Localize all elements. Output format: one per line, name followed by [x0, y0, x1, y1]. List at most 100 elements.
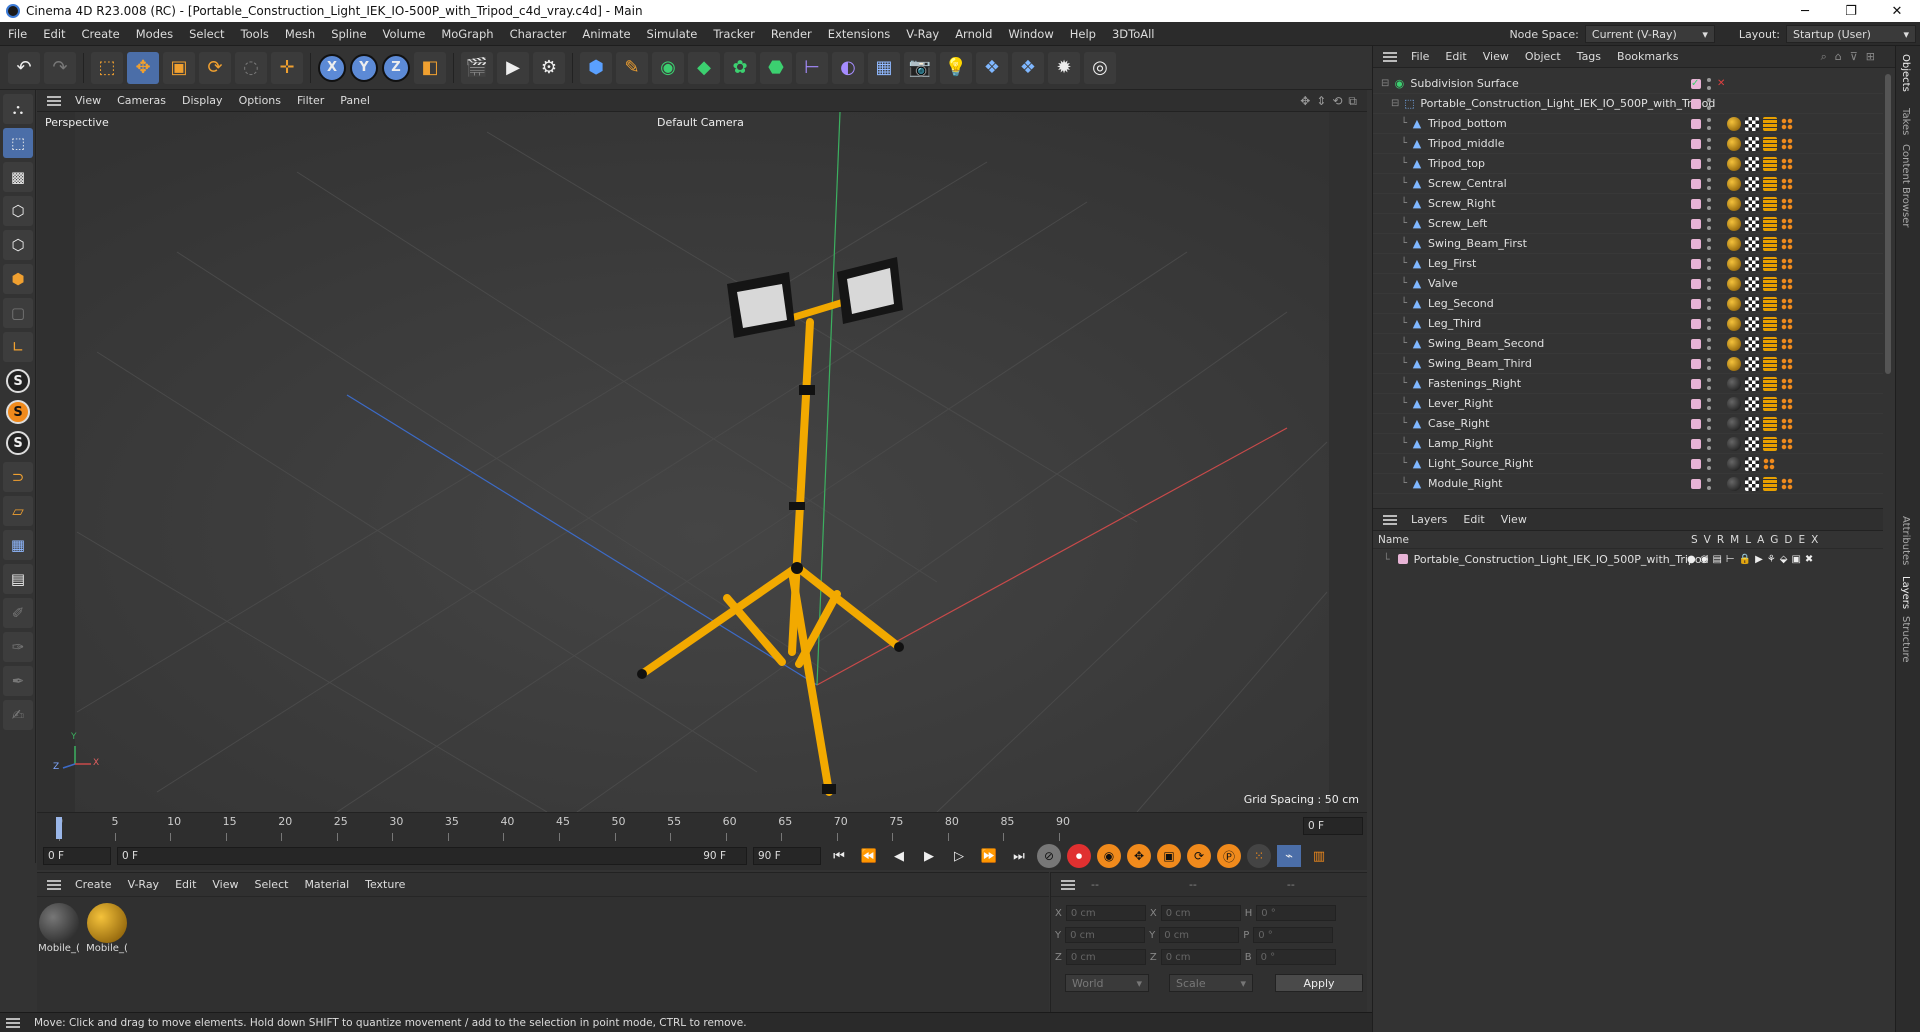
layer-color-flag[interactable]: [1691, 98, 1701, 109]
render-picture-viewer-button[interactable]: ▶: [497, 51, 529, 84]
x-axis-toggle[interactable]: X: [318, 53, 346, 82]
visibility-dots[interactable]: [1707, 297, 1711, 310]
visibility-dots[interactable]: [1707, 197, 1711, 210]
object-menu-edit[interactable]: Edit: [1437, 50, 1474, 63]
object-row[interactable]: └ ▲ Tripod_middle: [1373, 134, 1883, 154]
uvw-tag-icon[interactable]: [1745, 236, 1759, 251]
object-menu-view[interactable]: View: [1475, 50, 1517, 63]
material-menu-texture[interactable]: Texture: [357, 878, 413, 891]
tab-takes[interactable]: Takes: [1900, 108, 1911, 135]
record-off-button[interactable]: ⊘: [1037, 844, 1061, 868]
vray-tag-icon[interactable]: [1781, 117, 1793, 130]
material-tag-icon[interactable]: [1727, 296, 1741, 311]
visibility-dots[interactable]: [1707, 337, 1711, 350]
texture-tag-icon[interactable]: [1763, 136, 1777, 151]
texture-tag-icon[interactable]: [1763, 476, 1777, 491]
texture-tag-icon[interactable]: [1763, 196, 1777, 211]
solo-icon[interactable]: ●: [1687, 554, 1696, 565]
object-row[interactable]: └ ▲ Light_Source_Right: [1373, 454, 1883, 474]
object-row[interactable]: └ ▲ Swing_Beam_Third: [1373, 354, 1883, 374]
viewport-menu-display[interactable]: Display: [174, 94, 231, 107]
tree-branch-icon[interactable]: └: [1401, 438, 1407, 449]
pen-button[interactable]: ✎: [616, 51, 648, 84]
uvw-tag-icon[interactable]: [1745, 196, 1759, 211]
layer-col-s[interactable]: S: [1691, 534, 1698, 546]
recent-tool-button[interactable]: ◌: [235, 51, 267, 84]
texture-tag-icon[interactable]: [1763, 256, 1777, 271]
tree-branch-icon[interactable]: └: [1401, 378, 1407, 389]
menu-3dtoall[interactable]: 3DToAll: [1104, 27, 1163, 41]
object-row[interactable]: └ ▲ Swing_Beam_First: [1373, 234, 1883, 254]
dolly-icon[interactable]: ⇕: [1316, 94, 1326, 109]
texture-tag-icon[interactable]: [1763, 316, 1777, 331]
grid-workplane-button[interactable]: ▦: [3, 530, 33, 560]
prev-frame-button[interactable]: ◀: [887, 845, 911, 867]
menu-edit[interactable]: Edit: [35, 27, 73, 41]
menu-animate[interactable]: Animate: [574, 27, 638, 41]
rotate-tool-button[interactable]: ⟳: [199, 51, 231, 84]
deformer-button[interactable]: ⊢: [796, 51, 828, 84]
vray-tag-icon[interactable]: [1781, 437, 1793, 450]
uvw-tag-icon[interactable]: [1745, 276, 1759, 291]
material-swatch-2[interactable]: Mobile_(: [85, 903, 129, 954]
viewport-menu-options[interactable]: Options: [231, 94, 289, 107]
menu-mograph[interactable]: MoGraph: [433, 27, 501, 41]
menu-create[interactable]: Create: [74, 27, 128, 41]
menu-window[interactable]: Window: [1000, 27, 1061, 41]
tree-branch-icon[interactable]: └: [1401, 398, 1407, 409]
layer-color-chip[interactable]: [1397, 554, 1408, 564]
size-z-field[interactable]: 0 cm: [1160, 949, 1241, 965]
viewport-menu-panel[interactable]: Panel: [332, 94, 378, 107]
visibility-dots[interactable]: [1707, 357, 1711, 370]
object-menu-tags[interactable]: Tags: [1569, 50, 1609, 63]
perspective-viewport[interactable]: Perspective Default Camera Grid Spacing …: [37, 112, 1367, 812]
transform-button[interactable]: ✛: [271, 51, 303, 84]
current-frame-field[interactable]: 0 F: [1303, 817, 1363, 835]
position-y-field[interactable]: 0 cm: [1065, 927, 1146, 943]
point-mode-button[interactable]: ⬡: [3, 196, 33, 226]
tree-branch-icon[interactable]: └: [1401, 218, 1407, 229]
vray-tag-icon[interactable]: [1763, 457, 1775, 470]
layer-col-e[interactable]: E: [1799, 534, 1806, 546]
layer-color-flag[interactable]: [1691, 198, 1701, 209]
visibility-dots[interactable]: [1707, 457, 1711, 470]
material-menu-view[interactable]: View: [204, 878, 246, 891]
next-frame-button[interactable]: ▷: [947, 845, 971, 867]
vray-tag-icon[interactable]: [1781, 137, 1793, 150]
cube-button[interactable]: ⬢: [580, 51, 612, 84]
object-row[interactable]: └ ▲ Leg_Second: [1373, 294, 1883, 314]
uvw-tag-icon[interactable]: [1745, 316, 1759, 331]
vray-tag-icon[interactable]: [1781, 357, 1793, 370]
vray-tag-icon[interactable]: [1781, 197, 1793, 210]
magnet-button[interactable]: ⊃: [3, 462, 33, 492]
cloner-button[interactable]: ✿: [724, 51, 756, 84]
material-tag-icon[interactable]: [1727, 196, 1741, 211]
tree-branch-icon[interactable]: └: [1401, 118, 1407, 129]
new-window-icon[interactable]: ⊞: [1866, 50, 1875, 64]
rotation-b-field[interactable]: 0 °: [1255, 949, 1336, 965]
material-menu-icon[interactable]: [47, 879, 61, 890]
texture-tag-icon[interactable]: [1763, 236, 1777, 251]
texture-tag-icon[interactable]: [1763, 156, 1777, 171]
uvw-tag-icon[interactable]: [1745, 396, 1759, 411]
fcurve-button[interactable]: ▥: [1307, 845, 1331, 867]
playhead[interactable]: [56, 817, 62, 839]
visibility-dots[interactable]: [1707, 217, 1711, 230]
material-tag-icon[interactable]: [1727, 336, 1741, 351]
move-tool-button[interactable]: ✥: [127, 51, 159, 84]
layer-col-g[interactable]: G: [1770, 534, 1778, 546]
layer-col-d[interactable]: D: [1784, 534, 1792, 546]
make-editable-button[interactable]: ⛬: [3, 94, 33, 124]
tree-branch-icon[interactable]: └: [1401, 198, 1407, 209]
sculpt-button[interactable]: ✑: [3, 632, 33, 662]
object-row[interactable]: ⊟ ◉ Subdivision Surface ✓ ✕: [1373, 74, 1883, 94]
tree-branch-icon[interactable]: └: [1401, 258, 1407, 269]
menu-v-ray[interactable]: V-Ray: [898, 27, 947, 41]
vray-tag-icon[interactable]: [1781, 477, 1793, 490]
object-row[interactable]: └ ▲ Valve: [1373, 274, 1883, 294]
material-tag-icon[interactable]: [1727, 396, 1741, 411]
layer-color-flag[interactable]: [1691, 218, 1701, 229]
layer-col-a[interactable]: A: [1757, 534, 1764, 546]
tree-branch-icon[interactable]: └: [1401, 358, 1407, 369]
camera-button[interactable]: 📷: [904, 51, 936, 84]
